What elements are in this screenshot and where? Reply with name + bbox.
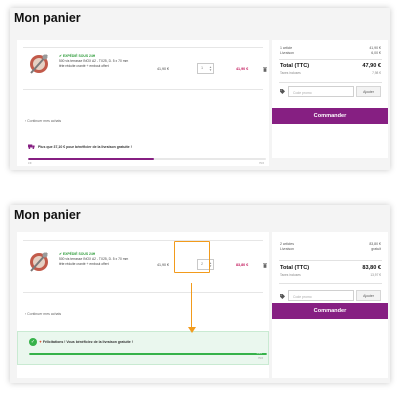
check-circle-icon: ✓ — [29, 338, 37, 346]
summary-divider — [279, 260, 382, 261]
page-title: Mon panier — [14, 208, 81, 222]
product-description[interactable]: 500 vis terrasse INOX A2 - TX25, D. 5 x … — [59, 257, 129, 266]
summary-total-row: Total (TTC) 83,80 € — [280, 265, 381, 271]
page-title: Mon panier — [14, 11, 81, 25]
express-badge: ✔EXPÉDIÉ SOUS 24H — [59, 252, 96, 256]
unit-price: 41,90 € — [157, 67, 169, 71]
arrow-down-icon — [191, 283, 193, 329]
summary-shipping-row: Livraison 6,00 € — [280, 51, 381, 55]
item-divider — [23, 89, 263, 90]
tag-icon — [280, 294, 285, 299]
shipping-progress-fill — [29, 353, 267, 356]
item-divider — [23, 292, 263, 293]
continue-shopping-link[interactable]: ‹ Continuer mes achats — [25, 312, 61, 316]
shipping-progress-fill — [28, 158, 155, 161]
quantity-stepper[interactable]: 1 ▲ ▼ — [197, 63, 214, 74]
summary-tax-row: Taxes incluses 13,97 € — [280, 273, 381, 277]
free-shipping-box: Plus que 37,10 € pour bénéficier de la l… — [17, 138, 269, 166]
screw-product-icon — [30, 252, 48, 272]
cart-screenshot-before: Mon panier ✔EXPÉDIÉ SOUS 24H 500 vis ter… — [10, 8, 390, 170]
progress-min-label: 0 € — [28, 161, 32, 165]
tag-icon — [280, 89, 285, 94]
progress-max-label: 79 € — [258, 161, 264, 165]
shipping-success-message: ✦ Félicitations ! Vous bénéficiez de la … — [39, 340, 133, 344]
shipping-progress-bar — [28, 158, 266, 161]
free-shipping-success-box: ✓ ✦ Félicitations ! Vous bénéficiez de l… — [17, 331, 269, 365]
summary-total-row: Total (TTC) 47,90 € — [280, 63, 381, 69]
order-summary: 1 article 41,90 € Livraison 6,00 € Total (… — [272, 40, 388, 158]
quantity-value: 1 — [201, 66, 204, 70]
shipping-progress-bar — [29, 353, 267, 356]
line-total: 83,80 € — [236, 263, 249, 267]
truck-icon — [28, 144, 35, 149]
promo-code-input[interactable]: Code promo — [288, 290, 354, 301]
check-icon: ✔ — [59, 54, 62, 58]
shipping-threshold-message: Plus que 37,10 € pour bénéficier de la l… — [38, 145, 132, 149]
arrow-head — [187, 327, 196, 333]
promo-code-input[interactable]: Code promo — [288, 86, 354, 97]
summary-items-row: 1 article 41,90 € — [280, 46, 381, 50]
screw-product-icon — [30, 54, 48, 74]
product-description[interactable]: 500 vis terrasse INOX A2 - TX25, D. 5 x … — [59, 59, 129, 68]
item-divider — [23, 47, 263, 48]
line-total: 41,90 € — [236, 67, 249, 71]
order-button[interactable]: Commander — [272, 108, 388, 124]
summary-divider — [279, 283, 382, 284]
chevron-down-icon[interactable]: ▼ — [209, 68, 212, 72]
order-button[interactable]: Commander — [272, 303, 388, 319]
summary-tax-row: Taxes incluses 7,98 € — [280, 71, 381, 75]
progress-end-label: 100% — [256, 352, 262, 355]
add-promo-button[interactable]: Ajouter — [356, 290, 381, 301]
progress-max-label: 79 € — [257, 357, 263, 360]
summary-items-row: 2 articles 83,80 € — [280, 242, 381, 246]
check-icon: ✔ — [59, 252, 62, 256]
item-divider — [23, 240, 263, 241]
summary-divider — [279, 82, 382, 83]
trash-icon[interactable] — [263, 263, 267, 268]
express-badge: ✔EXPÉDIÉ SOUS 24H — [59, 54, 96, 58]
quantity-highlight-box — [174, 241, 210, 273]
continue-shopping-link[interactable]: ‹ Continuer mes achats — [25, 119, 61, 123]
summary-shipping-row: Livraison gratuit — [280, 247, 381, 251]
trash-icon[interactable] — [263, 67, 267, 72]
cart-screenshot-after: Mon panier ✔EXPÉDIÉ SOUS 24H 500 vis ter… — [10, 205, 390, 383]
unit-price: 41,90 € — [157, 263, 169, 267]
summary-divider — [279, 59, 382, 60]
add-promo-button[interactable]: Ajouter — [356, 86, 381, 97]
